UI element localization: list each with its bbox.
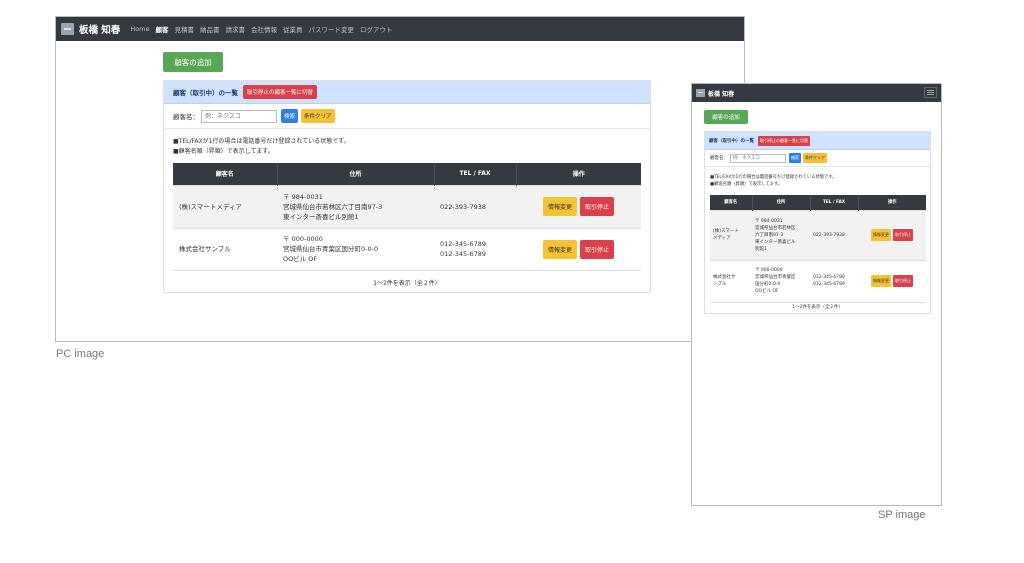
- customer-tel-fax: 022-393-7938: [434, 184, 516, 228]
- switch-stopped-list-button[interactable]: 取引停止の顧客一覧に切替: [758, 135, 810, 146]
- customer-name: 株式会社サ ンプル: [710, 259, 752, 303]
- row-actions: 情報変更 取引停止: [516, 184, 641, 228]
- row-actions: 情報変更 取引停止: [858, 209, 926, 260]
- column-header: TEL / FAX: [434, 163, 517, 185]
- row-actions: 情報変更 取引停止: [516, 227, 641, 271]
- navbar-brand[interactable]: 板橋 知春: [708, 89, 734, 98]
- note-line: ■TEL/FAXが1行の場合は電話番号だけ登録されている状態です。: [710, 175, 837, 180]
- switch-stopped-list-button[interactable]: 取引停止の顧客一覧に切替: [243, 85, 318, 99]
- row-actions: 情報変更 取引停止: [858, 259, 926, 303]
- stop-trading-button[interactable]: 取引停止: [893, 275, 913, 287]
- column-header: 住所: [752, 195, 811, 210]
- customer-address: 〒 984-0031 宮城県仙台市若林区六丁目南97-3 東インター斎喜ビル別館…: [277, 184, 434, 228]
- nav-company-info[interactable]: 会社情報: [251, 24, 277, 34]
- sp-image-caption: SP image: [878, 509, 926, 521]
- card-title: 顧客（取引中）の一覧: [709, 138, 754, 144]
- column-header: 住所: [277, 163, 435, 185]
- nav-logout[interactable]: ログアウト: [360, 24, 393, 34]
- customer-tel-fax: 022-393-7938: [810, 209, 858, 260]
- card-header: 顧客（取引中）の一覧 取引停止の顧客一覧に切替: [705, 132, 930, 150]
- notes: ■TEL/FAXが1行の場合は電話番号だけ登録されている状態です。 ■顧客名順（…: [710, 174, 837, 188]
- customer-table: 顧客名 住所 TEL / FAX 操作 (株)スマートメディア 〒 984-00…: [173, 163, 641, 271]
- clear-conditions-button[interactable]: 条件クリア: [803, 153, 827, 163]
- user-avatar-icon: [696, 89, 705, 97]
- search-label: 顧客名：: [173, 113, 199, 121]
- navbar: 板橋 知春: [692, 84, 941, 102]
- customer-address: 〒 000-0000 宮城県仙台市青葉区国分町0-0-0 OOビル OF: [277, 227, 434, 271]
- customer-table: 顧客名 住所 TEL / FAX 操作 (株)スマート メディア 〒 984-0…: [710, 195, 926, 303]
- card-title: 顧客（取引中）の一覧: [173, 89, 238, 97]
- edit-info-button[interactable]: 情報変更: [871, 275, 891, 287]
- stop-trading-button[interactable]: 取引停止: [580, 239, 615, 259]
- user-avatar-icon: [61, 23, 74, 35]
- column-header: 顧客名: [173, 163, 278, 185]
- navbar-brand[interactable]: 板橋 知春: [79, 22, 120, 36]
- column-header: 操作: [858, 195, 926, 210]
- pc-screenshot: 板橋 知春 Home 顧客 見積書 納品書 請求書 会社情報 従業員 パスワード…: [55, 16, 745, 342]
- column-header: TEL / FAX: [810, 195, 859, 210]
- edit-info-button[interactable]: 情報変更: [871, 229, 891, 241]
- note-line: ■TEL/FAXが1行の場合は電話番号だけ登録されている状態です。: [173, 138, 350, 145]
- nav-delivery-notes[interactable]: 納品書: [200, 24, 220, 34]
- hamburger-menu-icon[interactable]: [924, 87, 937, 98]
- table-row: 株式会社サンプル 〒 000-0000 宮城県仙台市青葉区国分町0-0-0 OO…: [173, 227, 641, 271]
- table-header-row: 顧客名 住所 TEL / FAX 操作: [173, 163, 641, 185]
- customer-tel-fax: 012-345-6789 012-345-6789: [810, 259, 858, 303]
- search-button[interactable]: 検索: [281, 109, 299, 123]
- search-label: 顧客名：: [710, 156, 728, 161]
- customer-address: 〒 984-0031 宮城県仙台市若林区 六丁目南97-3 東インター斎喜ビル …: [752, 209, 810, 260]
- clear-conditions-button[interactable]: 条件クリア: [301, 109, 335, 123]
- customer-name: (株)スマート メディア: [710, 209, 752, 260]
- navbar: 板橋 知春 Home 顧客 見積書 納品書 請求書 会社情報 従業員 パスワード…: [56, 17, 744, 41]
- edit-info-button[interactable]: 情報変更: [542, 197, 577, 216]
- table-row: (株)スマート メディア 〒 984-0031 宮城県仙台市若林区 六丁目南97…: [710, 209, 926, 260]
- customer-name: (株)スマートメディア: [173, 184, 277, 228]
- add-customer-button[interactable]: 顧客の追加: [704, 110, 748, 124]
- search-form: 顧客名： 検索 条件クリア: [164, 104, 650, 129]
- column-header: 顧客名: [710, 195, 753, 210]
- column-header: 操作: [516, 163, 641, 185]
- customer-list-card: 顧客（取引中）の一覧 取引停止の顧客一覧に切替 顧客名： 検索 条件クリア ■T…: [704, 131, 931, 314]
- notes: ■TEL/FAXが1行の場合は電話番号だけ登録されている状態です。 ■顧客名順（…: [173, 137, 350, 157]
- customer-tel-fax: 012-345-6789 012-345-6789: [434, 227, 516, 271]
- nav-estimates[interactable]: 見積書: [175, 24, 195, 34]
- stop-trading-button[interactable]: 取引停止: [580, 197, 615, 216]
- edit-info-button[interactable]: 情報変更: [542, 239, 577, 259]
- nav-employees[interactable]: 従業員: [283, 24, 303, 34]
- pagination-count: 1～2件を表示（全２件）: [792, 305, 843, 310]
- customer-name-search-input[interactable]: [730, 153, 786, 163]
- card-header: 顧客（取引中）の一覧 取引停止の顧客一覧に切替: [164, 81, 650, 104]
- nav-invoices[interactable]: 請求書: [226, 24, 246, 34]
- pagination-count: 1～2件を表示（全２件）: [373, 280, 441, 287]
- customer-name-search-input[interactable]: [201, 109, 277, 123]
- sp-screenshot: 板橋 知春 顧客の追加 顧客（取引中）の一覧 取引停止の顧客一覧に切替 顧客名：…: [691, 83, 942, 506]
- table-row: (株)スマートメディア 〒 984-0031 宮城県仙台市若林区六丁目南97-3…: [173, 184, 641, 228]
- customer-address: 〒 000-0000 宮城県仙台市青葉区 国分町0-0-0 OOビル OF: [752, 259, 810, 303]
- nav-change-password[interactable]: パスワード変更: [309, 24, 355, 34]
- nav-customers[interactable]: 顧客: [156, 24, 169, 34]
- table-row: 株式会社サ ンプル 〒 000-0000 宮城県仙台市青葉区 国分町0-0-0 …: [710, 259, 926, 303]
- search-button[interactable]: 検索: [789, 153, 801, 163]
- customer-name: 株式会社サンプル: [173, 227, 277, 271]
- search-form: 顧客名： 検索 条件クリア: [705, 150, 930, 167]
- customer-list-card: 顧客（取引中）の一覧 取引停止の顧客一覧に切替 顧客名： 検索 条件クリア ■T…: [163, 80, 651, 293]
- note-line: ■顧客名順（昇順）で表示してます。: [173, 148, 274, 155]
- pc-image-caption: PC image: [56, 348, 105, 360]
- note-line: ■顧客名順（昇順）で表示してます。: [710, 182, 783, 187]
- add-customer-button[interactable]: 顧客の追加: [163, 52, 223, 72]
- table-header-row: 顧客名 住所 TEL / FAX 操作: [710, 195, 926, 210]
- nav-home[interactable]: Home: [130, 25, 149, 33]
- stop-trading-button[interactable]: 取引停止: [893, 229, 913, 241]
